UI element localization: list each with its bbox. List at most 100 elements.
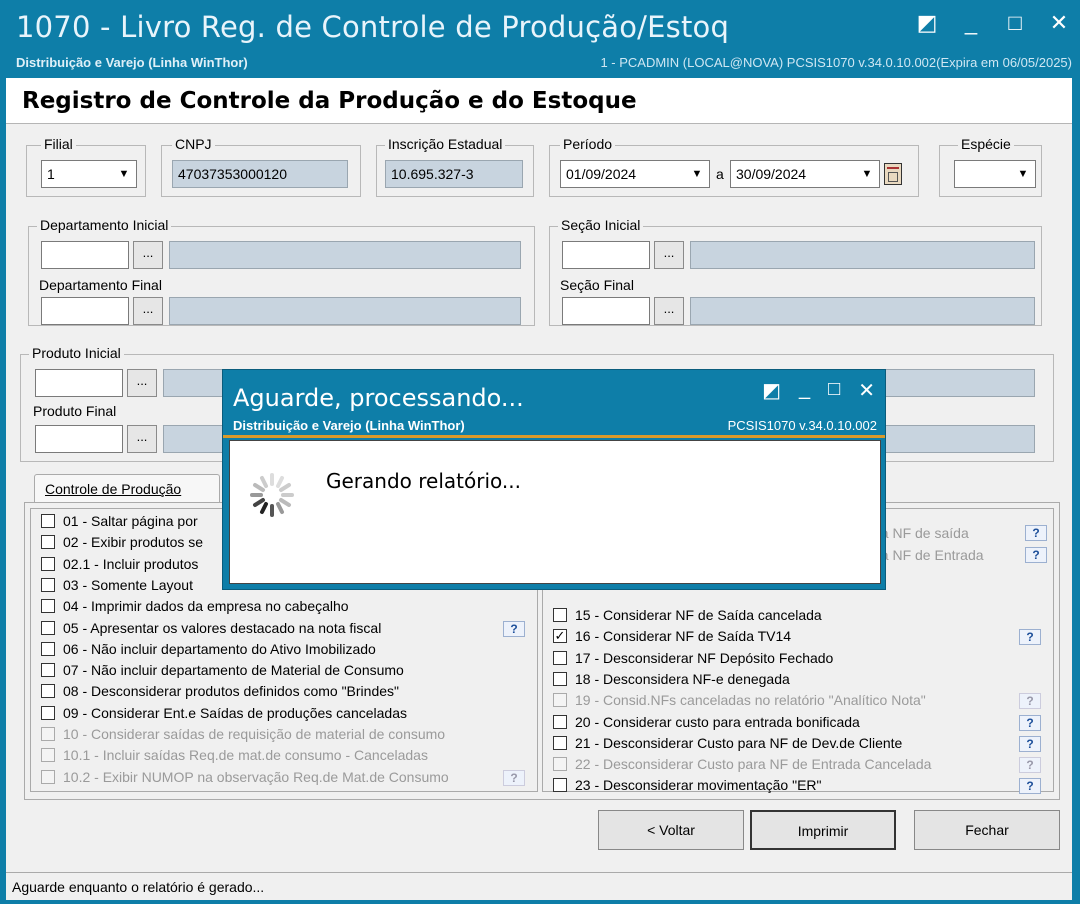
dept-final-search-button[interactable]: ... [133, 297, 163, 325]
left-option[interactable]: 05 - Apresentar os valores destacado na … [41, 620, 381, 636]
checkbox[interactable] [41, 599, 55, 614]
checkbox[interactable] [553, 608, 567, 622]
produto-inicial-search-button[interactable]: ... [127, 369, 157, 397]
left-option-label: 10 - Considerar saídas de requisição de … [63, 726, 446, 742]
checkbox[interactable] [553, 650, 567, 665]
dept-inicial-input[interactable] [41, 241, 129, 269]
help-icon[interactable]: ? [1019, 757, 1041, 774]
checkbox[interactable] [41, 514, 55, 528]
left-option[interactable]: 02.1 - Incluir produtos [41, 556, 198, 572]
especie-select[interactable]: ▼ [954, 160, 1036, 188]
right-option-label: 21 - Desconsiderar Custo para NF de Dev.… [575, 734, 903, 751]
help-icon[interactable]: ? [1019, 714, 1041, 731]
close-icon[interactable]: ✕ [858, 378, 875, 403]
checkbox[interactable] [41, 535, 55, 550]
left-option[interactable]: 02 - Exibir produtos se [41, 534, 203, 550]
help-icon[interactable]: ? [1025, 525, 1047, 541]
left-option[interactable]: 03 - Somente Layout [41, 577, 193, 593]
dept-final-input[interactable] [41, 297, 129, 325]
cnpj-field[interactable]: 47037353000120 [172, 160, 348, 188]
right-option[interactable]: 17 - Desconsiderar NF Depósito Fechado [553, 650, 833, 666]
left-option[interactable]: 07 - Não incluir departamento de Materia… [41, 662, 404, 678]
right-option[interactable]: 15 - Considerar NF de Saída cancelada [553, 607, 822, 623]
chevron-down-icon[interactable]: ▼ [857, 163, 877, 185]
checkbox[interactable] [41, 684, 55, 699]
secao-inicial-search-button[interactable]: ... [654, 241, 684, 269]
produto-final-input[interactable] [35, 425, 123, 453]
right-option: 22 - Desconsiderar Custo para NF de Entr… [553, 756, 931, 772]
checkbox[interactable] [41, 556, 55, 571]
status-bar: Aguarde enquanto o relatório é gerado... [6, 872, 1072, 900]
voltar-button[interactable]: < Voltar [598, 810, 744, 850]
checkbox[interactable] [41, 620, 55, 635]
help-icon[interactable]: ? [1019, 735, 1041, 752]
right-option[interactable]: 20 - Considerar custo para entrada bonif… [553, 714, 860, 730]
checkbox[interactable] [41, 577, 55, 592]
dept-inicial-search-button[interactable]: ... [133, 241, 163, 269]
filial-select[interactable]: 1 ▼ [41, 160, 137, 188]
right-option[interactable]: 18 - Desconsidera NF-e denegada [553, 671, 790, 687]
imprimir-button[interactable]: Imprimir [750, 810, 896, 850]
right-option[interactable]: ✓ 16 - Considerar NF de Saída TV14 [553, 628, 791, 644]
minimize-icon[interactable]: _ [799, 378, 810, 403]
help-icon[interactable]: ? [1019, 778, 1041, 795]
cnpj-group: CNPJ 47037353000120 [161, 136, 361, 197]
secao-final-label: Seção Final [560, 277, 634, 293]
chevron-down-icon[interactable]: ▼ [114, 163, 134, 185]
help-icon[interactable]: ? [503, 620, 525, 637]
loading-spinner-icon [250, 473, 294, 517]
dept-inicial-desc [169, 241, 521, 269]
right-option[interactable]: 23 - Desconsiderar movimentação "ER" [553, 777, 821, 793]
maximize-icon[interactable]: □ [1004, 10, 1026, 35]
page-title: Registro de Controle da Produção e do Es… [22, 88, 637, 114]
help-icon[interactable]: ? [503, 769, 525, 786]
left-option[interactable]: 06 - Não incluir departamento do Ativo I… [41, 641, 376, 657]
restore-icon[interactable]: ◩ [916, 10, 938, 35]
checked-checkbox[interactable]: ✓ [553, 629, 567, 644]
tab-controle-producao[interactable]: Controle de Produção [34, 474, 220, 504]
fechar-button[interactable]: Fechar [914, 810, 1060, 850]
left-option[interactable]: 04 - Imprimir dados da empresa no cabeça… [41, 598, 349, 614]
processing-dialog[interactable]: Aguarde, processando... Distribuição e V… [222, 369, 886, 590]
maximize-icon[interactable]: □ [828, 378, 840, 403]
dept-final-desc [169, 297, 521, 325]
left-option[interactable]: 09 - Considerar Ent.e Saídas de produçõe… [41, 705, 407, 721]
produto-final-search-button[interactable]: ... [127, 425, 157, 453]
ie-field[interactable]: 10.695.327-3 [385, 160, 523, 188]
filial-group: Filial 1 ▼ [26, 136, 146, 197]
help-icon[interactable]: ? [1019, 693, 1041, 710]
secao-final-input[interactable] [562, 297, 650, 325]
checkbox [553, 757, 567, 772]
title-bar[interactable]: 1070 - Livro Reg. de Controle de Produçã… [0, 0, 1080, 78]
right-option[interactable]: 21 - Desconsiderar Custo para NF de Dev.… [553, 735, 902, 751]
minimize-icon[interactable]: _ [960, 10, 982, 35]
calendar-icon[interactable] [884, 163, 902, 185]
periodo-start-field[interactable]: 01/09/2024 ▼ [560, 160, 710, 188]
secao-inicial-input[interactable] [562, 241, 650, 269]
help-icon[interactable]: ? [1025, 547, 1047, 563]
close-icon[interactable]: ✕ [1048, 10, 1070, 35]
periodo-end-field[interactable]: 30/09/2024 ▼ [730, 160, 880, 188]
right-option: 19 - Consid.NFs canceladas no relatório … [553, 692, 926, 708]
dept-final-label: Departamento Final [39, 277, 162, 293]
cnpj-label: CNPJ [172, 136, 215, 152]
restore-icon[interactable]: ◩ [762, 378, 781, 403]
checkbox[interactable] [553, 671, 567, 686]
left-option-label: 04 - Imprimir dados da empresa no cabeça… [63, 598, 349, 615]
left-option[interactable]: 01 - Saltar página por [41, 513, 198, 529]
checkbox[interactable] [41, 663, 55, 678]
checkbox[interactable] [553, 778, 567, 793]
left-option-label: 02.1 - Incluir produtos [63, 555, 199, 572]
checkbox[interactable] [553, 735, 567, 750]
checkbox[interactable] [553, 714, 567, 729]
left-option[interactable]: 08 - Desconsiderar produtos definidos co… [41, 683, 399, 699]
help-icon[interactable]: ? [1019, 629, 1041, 646]
chevron-down-icon[interactable]: ▼ [687, 163, 707, 185]
right-option-label: 23 - Desconsiderar movimentação "ER" [575, 777, 822, 794]
tab-controle-producao-label: Controle de Produção [45, 481, 182, 497]
checkbox[interactable] [41, 641, 55, 656]
checkbox[interactable] [41, 705, 55, 720]
produto-inicial-input[interactable] [35, 369, 123, 397]
chevron-down-icon[interactable]: ▼ [1013, 163, 1033, 185]
secao-final-search-button[interactable]: ... [654, 297, 684, 325]
